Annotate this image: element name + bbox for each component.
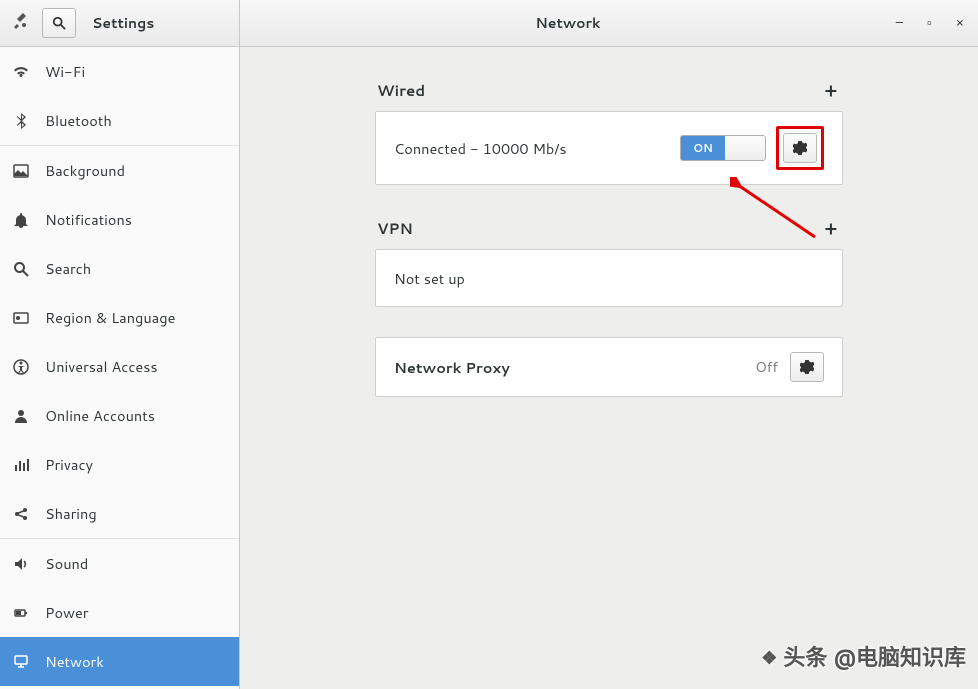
minimize-button[interactable]: –	[896, 14, 903, 32]
search-button[interactable]	[42, 8, 76, 38]
watermark-text: 头条 @电脑知识库	[783, 640, 966, 673]
sidebar-item-label: Background	[45, 160, 125, 181]
sound-icon	[12, 556, 30, 572]
wired-toggle[interactable]: ON	[680, 135, 766, 161]
vpn-section: VPN + Not set up	[375, 215, 843, 307]
sidebar-item-wifi[interactable]: Wi-Fi	[0, 47, 239, 96]
window-controls: – ▫ ×	[896, 14, 978, 32]
vpn-title: VPN	[377, 218, 413, 239]
sidebar-item-label: Online Accounts	[45, 405, 155, 426]
settings-app-icon	[6, 13, 34, 34]
sidebar-item-label: Power	[45, 602, 88, 623]
sidebar-item-online-accounts[interactable]: Online Accounts	[0, 391, 239, 440]
toggle-off-side	[725, 136, 765, 160]
proxy-row: Network Proxy Off	[376, 338, 842, 396]
accessibility-icon	[12, 359, 30, 375]
bluetooth-icon	[12, 113, 30, 129]
sidebar-item-label: Privacy	[45, 454, 93, 475]
vpn-status-text: Not set up	[394, 268, 824, 289]
sidebar-item-power[interactable]: Power	[0, 588, 239, 637]
proxy-section: Network Proxy Off	[375, 337, 843, 397]
toggle-on-label: ON	[681, 136, 725, 160]
sidebar-item-label: Region & Language	[45, 307, 175, 328]
wired-connection-row: Connected - 10000 Mb/s ON	[376, 112, 842, 184]
sidebar-item-sound[interactable]: Sound	[0, 539, 239, 588]
online-accounts-icon	[12, 408, 30, 424]
sidebar-item-notifications[interactable]: Notifications	[0, 195, 239, 244]
watermark-icon: ❖	[761, 644, 777, 670]
add-vpn-button[interactable]: +	[821, 215, 841, 241]
sidebar-item-search[interactable]: Search	[0, 244, 239, 293]
vpn-status-row: Not set up	[376, 250, 842, 306]
proxy-title: Network Proxy	[394, 357, 755, 378]
sidebar: Wi-Fi Bluetooth Background Notifications…	[0, 47, 240, 689]
bell-icon	[12, 212, 30, 228]
titlebar: Settings Network – ▫ ×	[0, 0, 978, 47]
language-icon	[12, 310, 30, 326]
sidebar-item-label: Sharing	[45, 503, 97, 524]
maximize-button[interactable]: ▫	[927, 14, 932, 32]
search-icon	[12, 261, 30, 277]
sidebar-item-label: Search	[45, 258, 91, 279]
add-wired-button[interactable]: +	[821, 77, 841, 103]
sidebar-item-label: Network	[45, 651, 104, 672]
wired-settings-button[interactable]	[783, 133, 817, 163]
wired-section: Wired + Connected - 10000 Mb/s ON	[375, 77, 843, 185]
sidebar-item-universal-access[interactable]: Universal Access	[0, 342, 239, 391]
network-icon	[12, 654, 30, 670]
sidebar-item-background[interactable]: Background	[0, 146, 239, 195]
proxy-settings-button[interactable]	[790, 352, 824, 382]
sidebar-item-label: Wi-Fi	[45, 61, 85, 82]
proxy-status: Off	[755, 357, 778, 377]
wired-title: Wired	[377, 80, 425, 101]
settings-label: Settings	[84, 13, 154, 33]
background-icon	[12, 163, 30, 179]
sidebar-item-label: Universal Access	[45, 356, 158, 377]
close-button[interactable]: ×	[956, 14, 964, 32]
privacy-icon	[12, 457, 30, 473]
sidebar-item-privacy[interactable]: Privacy	[0, 440, 239, 489]
sidebar-item-region-language[interactable]: Region & Language	[0, 293, 239, 342]
page-title: Network	[240, 13, 896, 33]
sidebar-item-label: Notifications	[45, 209, 132, 230]
sidebar-item-sharing[interactable]: Sharing	[0, 489, 239, 539]
share-icon	[12, 506, 30, 522]
power-icon	[12, 605, 30, 621]
sidebar-item-label: Bluetooth	[45, 110, 112, 131]
wired-status-text: Connected - 10000 Mb/s	[394, 138, 680, 159]
highlight-annotation	[776, 126, 824, 170]
sidebar-item-network[interactable]: Network	[0, 637, 239, 686]
watermark: ❖ 头条 @电脑知识库	[761, 640, 966, 673]
sidebar-item-label: Sound	[45, 553, 88, 574]
sidebar-item-bluetooth[interactable]: Bluetooth	[0, 96, 239, 146]
main-content: Wired + Connected - 10000 Mb/s ON	[240, 47, 978, 689]
wifi-icon	[12, 64, 30, 80]
